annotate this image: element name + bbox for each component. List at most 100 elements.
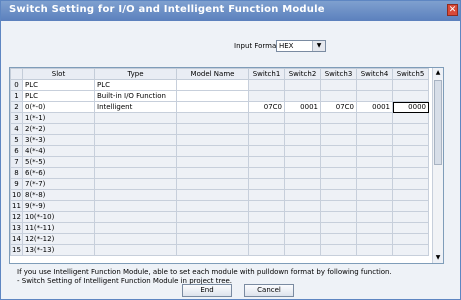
- switch-cell[interactable]: [248, 200, 285, 212]
- slot-cell[interactable]: 12(*-12): [22, 233, 95, 245]
- model-name-cell[interactable]: [176, 189, 249, 201]
- switch-cell[interactable]: [392, 112, 429, 124]
- type-cell[interactable]: [94, 123, 177, 135]
- type-cell[interactable]: [94, 112, 177, 124]
- type-cell[interactable]: [94, 244, 177, 256]
- model-name-cell[interactable]: [176, 167, 249, 179]
- switch-cell[interactable]: [284, 123, 321, 135]
- triangle-down-icon[interactable]: ▼: [433, 253, 443, 263]
- model-name-cell[interactable]: [176, 79, 249, 91]
- slot-cell[interactable]: 6(*-6): [22, 167, 95, 179]
- switch-cell[interactable]: [356, 178, 393, 190]
- switch-cell[interactable]: [320, 211, 357, 223]
- switch-cell[interactable]: [392, 189, 429, 201]
- switch-cell[interactable]: [392, 178, 429, 190]
- switch-cell[interactable]: [320, 167, 357, 179]
- switch-cell[interactable]: [248, 156, 285, 168]
- slot-cell[interactable]: 3(*-3): [22, 134, 95, 146]
- switch-cell[interactable]: 0001: [356, 101, 393, 113]
- switch-cell[interactable]: [284, 112, 321, 124]
- switch-cell[interactable]: [320, 112, 357, 124]
- cancel-button[interactable]: Cancel: [244, 284, 294, 297]
- switch-cell[interactable]: [248, 79, 285, 91]
- model-name-cell[interactable]: [176, 101, 249, 113]
- switch-cell[interactable]: [320, 145, 357, 157]
- switch-cell[interactable]: [248, 211, 285, 223]
- switch-cell[interactable]: [320, 222, 357, 234]
- switch-cell[interactable]: [392, 134, 429, 146]
- slot-cell[interactable]: 13(*-13): [22, 244, 95, 256]
- chevron-down-icon[interactable]: ▼: [312, 41, 325, 51]
- type-cell[interactable]: Intelligent: [94, 101, 177, 113]
- switch-cell[interactable]: [320, 233, 357, 245]
- type-cell[interactable]: [94, 233, 177, 245]
- model-name-cell[interactable]: [176, 134, 249, 146]
- type-cell[interactable]: Built-in I/O Function: [94, 90, 177, 102]
- type-cell[interactable]: [94, 200, 177, 212]
- slot-cell[interactable]: 0(*-0): [22, 101, 95, 113]
- type-cell[interactable]: [94, 156, 177, 168]
- table-row[interactable]: 4 2(*-2): [10, 123, 429, 135]
- model-name-cell[interactable]: [176, 211, 249, 223]
- switch-cell[interactable]: [392, 167, 429, 179]
- table-row[interactable]: 13 11(*-11): [10, 222, 429, 234]
- switch-cell[interactable]: [248, 222, 285, 234]
- switch-cell[interactable]: [356, 189, 393, 201]
- table-row[interactable]: 8 6(*-6): [10, 167, 429, 179]
- switch-cell[interactable]: [320, 244, 357, 256]
- table-row[interactable]: 12 10(*-10): [10, 211, 429, 223]
- switch-cell[interactable]: [248, 189, 285, 201]
- table-row[interactable]: 1 PLC Built-in I/O Function: [10, 90, 429, 102]
- switch-cell[interactable]: [284, 90, 321, 102]
- switch-cell[interactable]: [320, 178, 357, 190]
- switch-cell[interactable]: [392, 200, 429, 212]
- table-row[interactable]: 6 4(*-4): [10, 145, 429, 157]
- switch-cell[interactable]: 07C0: [248, 101, 285, 113]
- scroll-thumb[interactable]: [434, 80, 442, 165]
- table-row[interactable]: 2 0(*-0) Intelligent 07C0 0001 07C0 0001 0000: [10, 101, 429, 113]
- switch-cell[interactable]: [356, 90, 393, 102]
- switch-cell[interactable]: [248, 233, 285, 245]
- table-row[interactable]: 5 3(*-3): [10, 134, 429, 146]
- triangle-up-icon[interactable]: ▲: [433, 68, 443, 78]
- switch-cell[interactable]: [248, 90, 285, 102]
- switch-cell[interactable]: [248, 167, 285, 179]
- switch-cell[interactable]: [392, 79, 429, 91]
- slot-cell[interactable]: 7(*-7): [22, 178, 95, 190]
- switch-cell[interactable]: 0000: [392, 101, 429, 113]
- slot-cell[interactable]: 2(*-2): [22, 123, 95, 135]
- switch-cell[interactable]: 07C0: [320, 101, 357, 113]
- switch-cell[interactable]: [392, 244, 429, 256]
- switch-cell[interactable]: [248, 134, 285, 146]
- type-cell[interactable]: [94, 178, 177, 190]
- switch-cell[interactable]: [248, 244, 285, 256]
- switch-cell[interactable]: [356, 123, 393, 135]
- model-name-cell[interactable]: [176, 156, 249, 168]
- switch-cell[interactable]: [356, 145, 393, 157]
- model-name-cell[interactable]: [176, 178, 249, 190]
- switch-cell[interactable]: [356, 134, 393, 146]
- model-name-cell[interactable]: [176, 200, 249, 212]
- switch-cell[interactable]: [284, 178, 321, 190]
- model-name-cell[interactable]: [176, 244, 249, 256]
- switch-cell[interactable]: [320, 123, 357, 135]
- slot-cell[interactable]: 9(*-9): [22, 200, 95, 212]
- switch-cell[interactable]: [392, 233, 429, 245]
- switch-cell[interactable]: [248, 112, 285, 124]
- switch-cell[interactable]: 0001: [284, 101, 321, 113]
- table-row[interactable]: 9 7(*-7): [10, 178, 429, 190]
- type-cell[interactable]: [94, 167, 177, 179]
- switch-cell[interactable]: [320, 134, 357, 146]
- switch-cell[interactable]: [320, 156, 357, 168]
- type-cell[interactable]: [94, 189, 177, 201]
- switch-cell[interactable]: [284, 211, 321, 223]
- table-row[interactable]: 0 PLC PLC: [10, 79, 429, 91]
- model-name-cell[interactable]: [176, 112, 249, 124]
- switch-cell[interactable]: [284, 222, 321, 234]
- switch-cell[interactable]: [320, 79, 357, 91]
- slot-cell[interactable]: 1(*-1): [22, 112, 95, 124]
- switch-cell[interactable]: [284, 200, 321, 212]
- switch-cell[interactable]: [392, 222, 429, 234]
- table-row[interactable]: 3 1(*-1): [10, 112, 429, 124]
- table-row[interactable]: 7 5(*-5): [10, 156, 429, 168]
